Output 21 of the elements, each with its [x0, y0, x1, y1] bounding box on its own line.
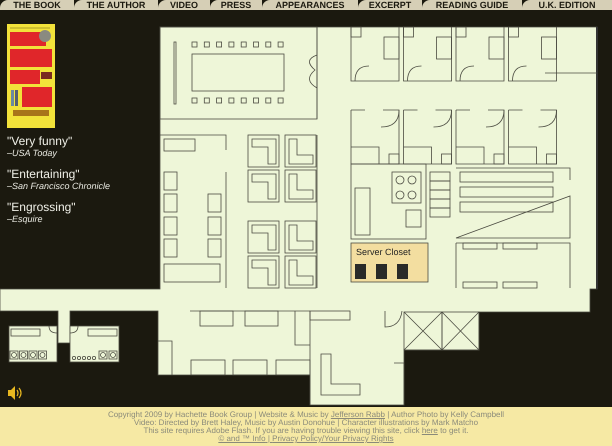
nav-tab[interactable]: U.K. EDITION: [522, 0, 612, 10]
footer-text: | Author Photo by Kelly Campbell: [386, 410, 504, 419]
nav-tab[interactable]: EXCERPT: [358, 0, 422, 10]
review-source: –Esquire: [7, 214, 44, 225]
review-quote: "Entertaining": [7, 167, 81, 181]
nav-tab[interactable]: READING GUIDE: [422, 0, 522, 10]
speaker-icon[interactable]: [7, 385, 23, 401]
nav-tab[interactable]: THE AUTHOR: [74, 0, 158, 10]
room-label: Server Closet: [356, 247, 411, 257]
review-quote: "Engrossing": [7, 200, 77, 214]
review-source: –San Francisco Chronicle: [7, 181, 112, 192]
nav-tab[interactable]: PRESS: [210, 0, 262, 10]
nav-tab[interactable]: THE BOOK: [0, 0, 74, 10]
footer-text: Video: Directed by Brett Haley, Music by Austin Donohue | Character illustrations by Mark Matcho: [134, 418, 478, 427]
nav-tab[interactable]: APPEARANCES: [262, 0, 358, 10]
footer-text: Copyright 2009 by Hachette Book Group | Website & Music by: [108, 410, 330, 419]
review-quote: "Very funny": [7, 134, 74, 148]
review-source: –USA Today: [7, 148, 58, 159]
footer-text: This site requires Adobe Flash. If you are having trouble viewing this site, click: [143, 426, 421, 435]
nav-tab[interactable]: VIDEO: [158, 0, 210, 10]
footer-text: to get it.: [439, 426, 469, 435]
